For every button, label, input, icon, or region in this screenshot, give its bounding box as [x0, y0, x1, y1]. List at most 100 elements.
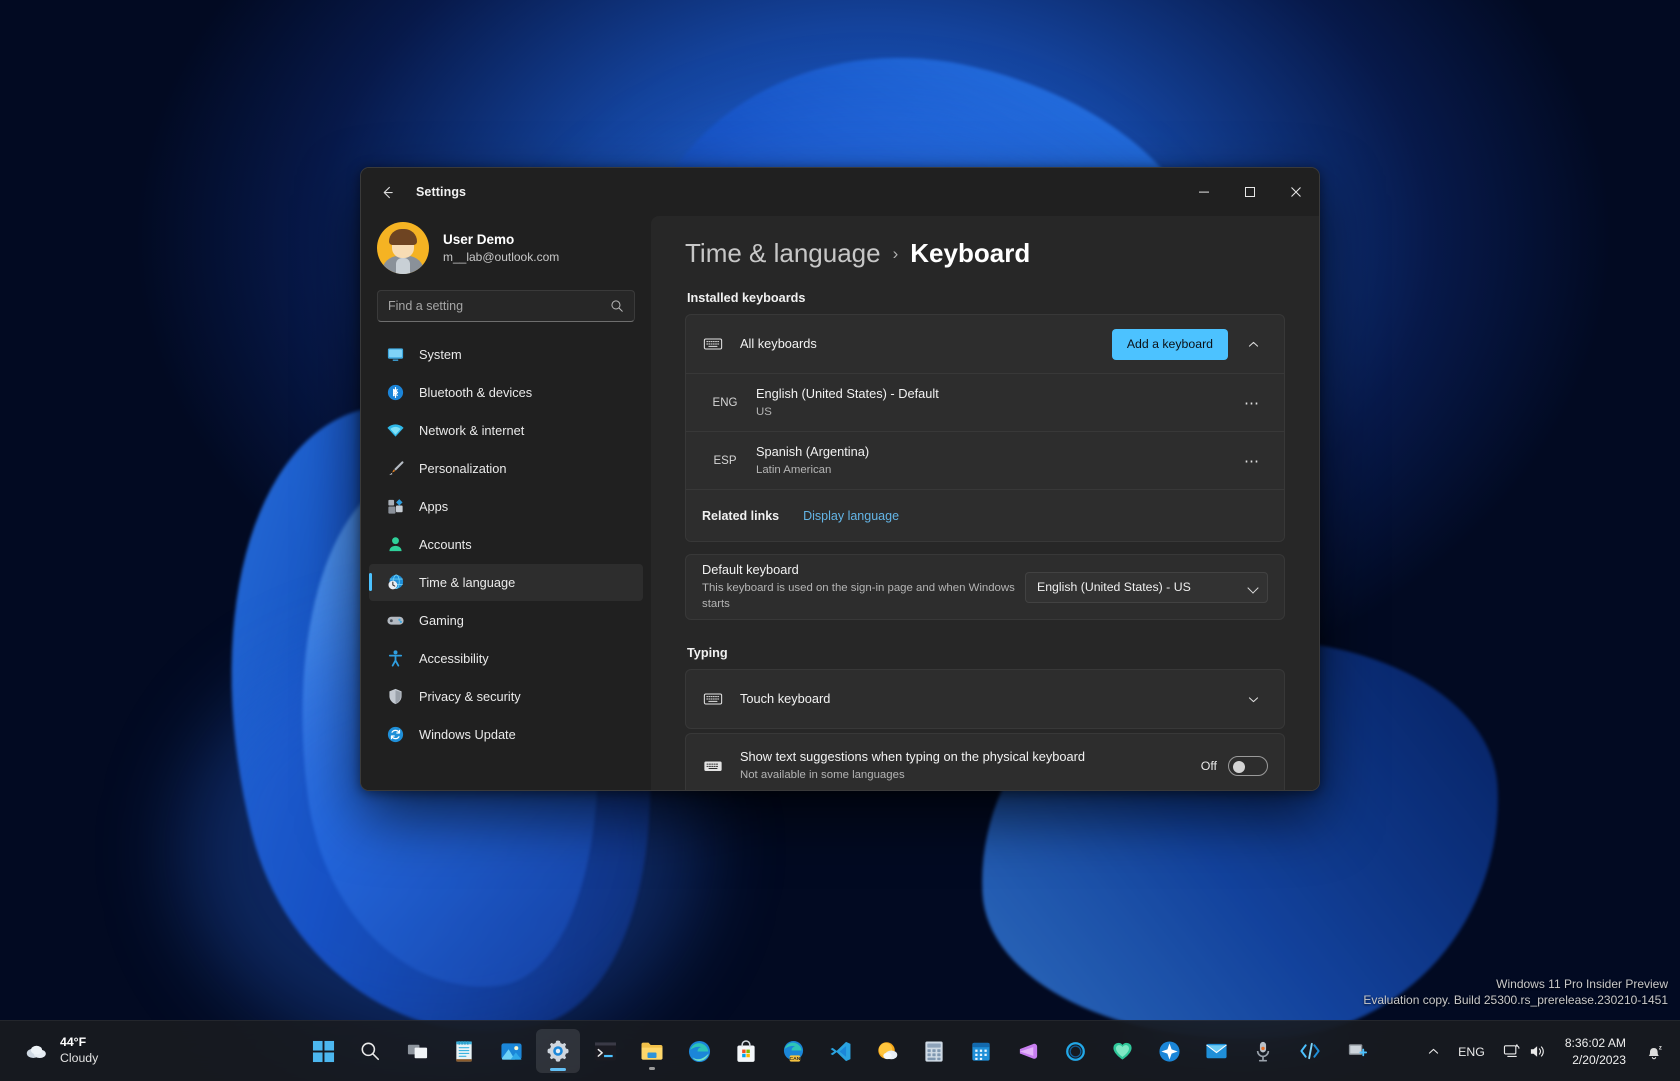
- keyboard-list-item[interactable]: ENG English (United States) - Default US…: [686, 373, 1284, 431]
- edge-canary-button[interactable]: CAN: [771, 1029, 815, 1073]
- start-button[interactable]: [301, 1029, 345, 1073]
- touch-keyboard-expand-button[interactable]: [1238, 684, 1268, 714]
- sidebar-item-label: Gaming: [419, 613, 464, 628]
- clipchamp-icon: [1019, 1043, 1037, 1059]
- vscode-icon: [830, 1041, 850, 1061]
- update-icon: [385, 725, 405, 745]
- task-view-button[interactable]: [395, 1029, 439, 1073]
- sidebar-item-label: Accounts: [419, 537, 472, 552]
- cortana-button[interactable]: [1053, 1029, 1097, 1073]
- content-scroll-area[interactable]: Time & language › Keyboard Installed key…: [651, 216, 1319, 790]
- text-suggestions-toggle-wrap: Off: [1201, 756, 1268, 776]
- breadcrumb-separator: ›: [892, 243, 899, 263]
- back-arrow-icon: [383, 186, 393, 198]
- network-icon: [1503, 1044, 1520, 1057]
- dev-home-button[interactable]: [1288, 1029, 1332, 1073]
- wifi-icon: [385, 421, 405, 441]
- notifications-button[interactable]: z: [1636, 1032, 1672, 1072]
- health-button[interactable]: [1100, 1029, 1144, 1073]
- keyboard-layout: US: [756, 405, 772, 418]
- clock-globe-icon: [385, 573, 405, 593]
- more-options-icon[interactable]: ⋯: [1236, 446, 1268, 476]
- all-keyboards-collapse-button[interactable]: [1238, 329, 1268, 359]
- search-button[interactable]: [348, 1029, 392, 1073]
- maximize-button[interactable]: [1227, 168, 1273, 216]
- back-button[interactable]: [370, 177, 404, 207]
- voice-recorder-button[interactable]: [1241, 1029, 1285, 1073]
- vscode-button[interactable]: [818, 1029, 862, 1073]
- sidebar-item-accounts[interactable]: Accounts: [369, 526, 643, 563]
- sidebar-item-time-language[interactable]: Time & language: [369, 564, 643, 601]
- sidebar-item-network-internet[interactable]: Network & internet: [369, 412, 643, 449]
- close-button[interactable]: [1273, 168, 1319, 216]
- shield-icon: [385, 687, 405, 707]
- sun-cloud-icon: [877, 1041, 897, 1059]
- tray-overflow-button[interactable]: [1419, 1032, 1448, 1072]
- terminal-button[interactable]: [583, 1029, 627, 1073]
- snipping-tool-button[interactable]: [1335, 1029, 1379, 1073]
- text-suggestions-toggle[interactable]: [1228, 756, 1268, 776]
- desktop: Settings User Demo m__lab@outlook.com Fi…: [0, 0, 1680, 1081]
- calendar-button[interactable]: [959, 1029, 1003, 1073]
- default-keyboard-subtitle: This keyboard is used on the sign-in pag…: [702, 581, 1015, 611]
- close-icon: [1291, 187, 1301, 197]
- page-title: Keyboard: [910, 238, 1031, 268]
- edge-button[interactable]: [677, 1029, 721, 1073]
- breadcrumb-parent[interactable]: Time & language: [685, 238, 881, 269]
- chevron-down-icon: [1248, 696, 1258, 702]
- clipchamp-button[interactable]: [1006, 1029, 1050, 1073]
- sidebar-item-windows-update[interactable]: Windows Update: [369, 716, 643, 753]
- sidebar-item-label: System: [419, 347, 462, 362]
- sidebar-item-accessibility[interactable]: Accessibility: [369, 640, 643, 677]
- more-options-icon[interactable]: ⋯: [1236, 388, 1268, 418]
- search-input[interactable]: [388, 299, 610, 313]
- touch-keyboard-text: Touch keyboard: [740, 690, 1228, 709]
- file-explorer-button[interactable]: [630, 1029, 674, 1073]
- weather-text: 44°F Cloudy: [60, 1035, 98, 1067]
- sidebar-item-gaming[interactable]: Gaming: [369, 602, 643, 639]
- tray-network-volume-button[interactable]: [1495, 1032, 1555, 1072]
- microsoft-store-button[interactable]: [724, 1029, 768, 1073]
- chevron-up-icon: [1248, 341, 1258, 347]
- add-a-keyboard-button[interactable]: Add a keyboard: [1111, 328, 1228, 360]
- display-language-link[interactable]: Display language: [803, 509, 899, 523]
- sidebar-item-bluetooth-devices[interactable]: Bluetooth & devices: [369, 374, 643, 411]
- mail-button[interactable]: [1194, 1029, 1238, 1073]
- default-keyboard-dropdown[interactable]: English (United States) - US Spanish (Ar…: [1025, 571, 1268, 603]
- ninja-button[interactable]: [1147, 1029, 1191, 1073]
- tray-clock-button[interactable]: 8:36:02 AM 2/20/2023: [1557, 1032, 1634, 1072]
- search-box[interactable]: [377, 290, 635, 322]
- weather-widget[interactable]: 44°F Cloudy: [14, 1030, 134, 1072]
- sidebar: User Demo m__lab@outlook.com Find a sett…: [361, 216, 651, 790]
- account-card[interactable]: User Demo m__lab@outlook.com: [377, 222, 651, 274]
- avatar: [377, 222, 429, 274]
- settings-button[interactable]: [536, 1029, 580, 1073]
- window-controls: [1181, 168, 1319, 216]
- minimize-icon: [1199, 191, 1209, 193]
- tray-language-button[interactable]: ENG: [1450, 1032, 1493, 1072]
- weather-app-button[interactable]: [865, 1029, 909, 1073]
- window-title: Settings: [416, 185, 467, 199]
- taskbar: 44°F Cloudy CAN ENG 8:36:02 AM 2/20/2023…: [0, 1020, 1680, 1081]
- svg-text:CAN: CAN: [789, 1056, 800, 1062]
- all-keyboards-row[interactable]: All keyboards Add a keyboard: [686, 315, 1284, 373]
- related-links-label: Related links: [702, 508, 780, 523]
- toggle-knob: [1233, 761, 1245, 773]
- person-icon: [385, 535, 405, 555]
- text-suggestions-title: Show text suggestions when typing on the…: [740, 749, 1086, 765]
- touch-keyboard-card: Touch keyboard: [685, 669, 1285, 729]
- tray-clock: 8:36:02 AM 2/20/2023: [1565, 1035, 1626, 1067]
- keyboard-icon: [702, 334, 724, 354]
- touch-keyboard-row[interactable]: Touch keyboard: [686, 670, 1284, 728]
- sidebar-item-apps[interactable]: Apps: [369, 488, 643, 525]
- notepad-button[interactable]: [442, 1029, 486, 1073]
- sidebar-item-privacy-security[interactable]: Privacy & security: [369, 678, 643, 715]
- dev-tools-icon: [1299, 1042, 1320, 1060]
- photos-button[interactable]: [489, 1029, 533, 1073]
- windows-logo-icon: [312, 1040, 334, 1062]
- minimize-button[interactable]: [1181, 168, 1227, 216]
- keyboard-list-item[interactable]: ESP Spanish (Argentina) Latin American ⋯: [686, 431, 1284, 489]
- sidebar-item-personalization[interactable]: Personalization: [369, 450, 643, 487]
- calculator-button[interactable]: [912, 1029, 956, 1073]
- sidebar-item-system[interactable]: System: [369, 336, 643, 373]
